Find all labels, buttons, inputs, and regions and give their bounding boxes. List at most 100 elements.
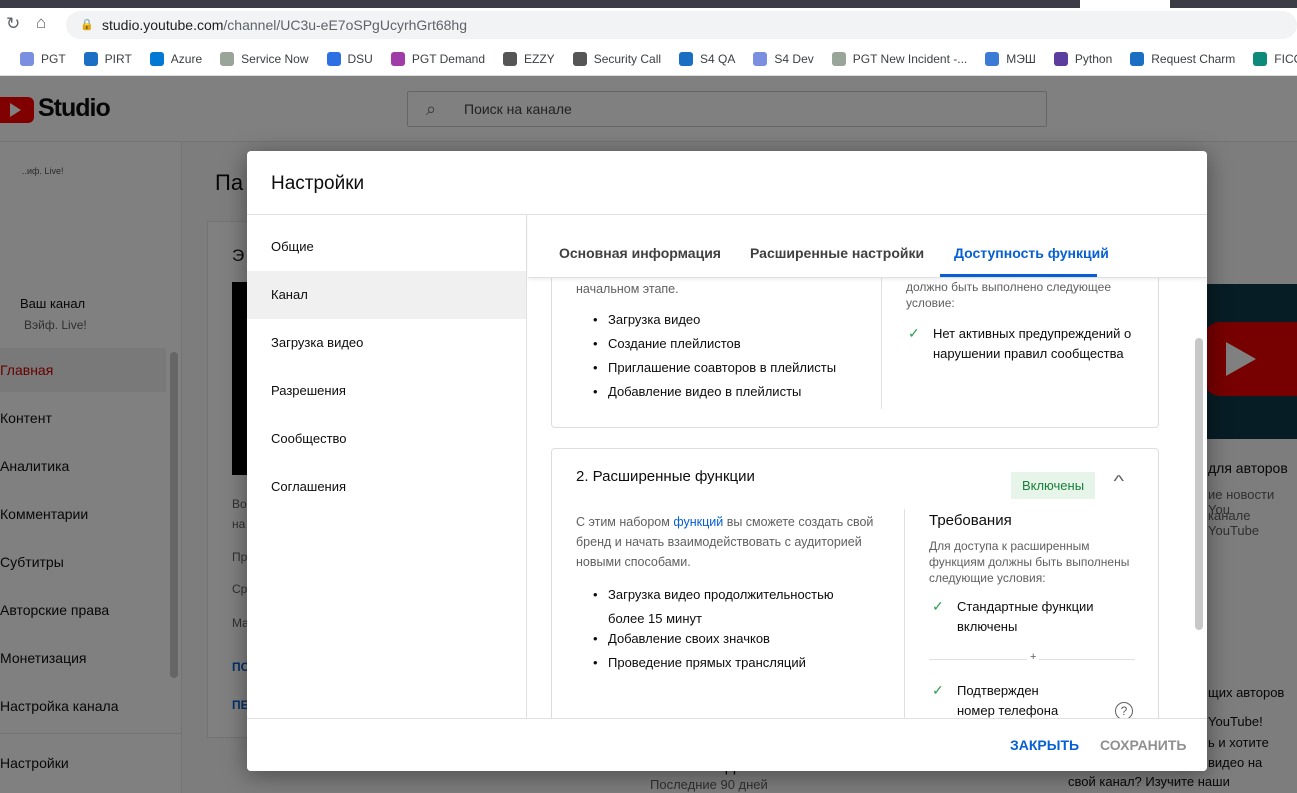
bookmark-item[interactable]: S4 QA <box>679 51 736 66</box>
tab-advanced-settings[interactable]: Расширенные настройки <box>750 245 924 261</box>
chevron-up-icon[interactable]: ^ <box>1113 473 1124 491</box>
sidebar-item[interactable]: Главная <box>0 362 53 378</box>
bookmark-item[interactable]: PGT Demand <box>390 51 485 66</box>
bookmark-item[interactable]: Azure <box>149 51 203 66</box>
feature-item: Проведение прямых трансляций <box>593 655 806 670</box>
url-bar[interactable]: 🔒 studio.youtube.com/channel/UC3u-eE7oSP… <box>66 11 1297 39</box>
bookmark-item[interactable]: EZZY <box>503 51 555 66</box>
settings-nav-item[interactable]: Сообщество <box>247 415 526 463</box>
bookmark-favicon-icon <box>1253 51 1268 66</box>
card-desc: С этим набором функций вы сможете создат… <box>576 512 876 572</box>
settings-nav-item[interactable]: Общие <box>247 223 526 271</box>
bookmark-item[interactable]: Python <box>1053 51 1113 66</box>
bookmark-label: S4 QA <box>700 51 736 66</box>
studio-sidebar: ..иф. Live! Ваш канал Вэйф. Live! Главна… <box>0 142 182 793</box>
advanced-features-card: 2. Расширенные функции Включены ^ С этим… <box>551 448 1159 718</box>
creators-line: свой канал? Изучите наши <box>1068 774 1230 789</box>
bookmark-item[interactable]: Service Now <box>220 51 309 66</box>
active-tab[interactable] <box>1080 0 1170 8</box>
sidebar-item[interactable]: Монетизация <box>0 650 87 666</box>
settings-nav-item[interactable]: Разрешения <box>247 367 526 415</box>
creators-line: ь и хотите <box>1208 735 1269 750</box>
status-badge: Включены <box>1011 472 1095 499</box>
divider <box>0 733 182 734</box>
bookmark-item[interactable]: Security Call <box>572 51 662 66</box>
bookmark-item[interactable]: PGT <box>20 51 66 66</box>
bookmark-item[interactable]: PGT New Incident -... <box>831 51 968 66</box>
save-button[interactable]: СОХРАНИТЬ <box>1100 737 1186 753</box>
bookmark-favicon-icon <box>985 51 1000 66</box>
desc-text: С этим набором <box>576 515 674 529</box>
bookmark-item[interactable]: PIRT <box>83 51 132 66</box>
url-host: studio.youtube.com <box>102 17 224 33</box>
bookmark-item[interactable]: FICO si <box>1253 51 1297 66</box>
tab-feature-eligibility[interactable]: Доступность функций <box>954 245 1109 261</box>
bookmark-favicon-icon <box>220 51 235 66</box>
youtube-logo-icon[interactable] <box>0 97 34 123</box>
channel-avatar-label: ..иф. Live! <box>22 166 64 176</box>
bookmark-label: PGT New Incident -... <box>852 51 968 66</box>
bookmark-favicon-icon <box>572 51 587 66</box>
channel-name: Вэйф. Live! <box>24 318 87 332</box>
bookmark-item[interactable]: S4 Dev <box>753 51 814 66</box>
sidebar-item[interactable]: Настройка канала <box>0 698 119 714</box>
studio-header: Studio ⌕ Поиск на канале <box>0 76 1297 142</box>
channel-search-input[interactable]: ⌕ Поиск на канале <box>407 91 1047 127</box>
sidebar-item[interactable]: Авторские права <box>0 602 109 618</box>
creators-line: YouTube! <box>1208 714 1263 729</box>
bookmark-label: S4 Dev <box>774 51 814 66</box>
bookmark-favicon-icon <box>83 51 98 66</box>
browser-tab-strip <box>0 0 1297 8</box>
bookmark-favicon-icon <box>679 51 694 66</box>
sidebar-item[interactable]: Комментарии <box>0 506 88 522</box>
bookmark-item[interactable]: DSU <box>326 51 373 66</box>
requirement-item: Нет активных предупреждений о нарушении … <box>933 326 1132 361</box>
sidebar-item-settings[interactable]: Настройки <box>0 755 69 771</box>
sidebar-item[interactable]: Аналитика <box>0 458 69 474</box>
close-button[interactable]: ЗАКРЫТЬ <box>1010 737 1079 753</box>
bg-text: Во <box>232 497 247 511</box>
youtube-play-icon <box>1204 322 1297 396</box>
bookmark-item[interactable]: Request Charm <box>1130 51 1235 66</box>
bookmark-item[interactable]: МЭШ <box>985 51 1036 66</box>
column-divider <box>904 509 905 718</box>
bookmark-favicon-icon <box>831 51 846 66</box>
url-path: /channel/UC3u-eE7oSPgUcyrhGrt68hg <box>223 17 467 33</box>
features-link[interactable]: функций <box>673 515 723 529</box>
feature-item: Приглашение соавторов в плейлисты <box>593 360 836 375</box>
bookmark-label: Python <box>1074 51 1113 66</box>
content-scrollbar[interactable] <box>1195 338 1203 630</box>
lock-icon: 🔒 <box>80 19 94 31</box>
your-channel-label: Ваш канал <box>20 296 86 311</box>
help-icon[interactable]: ? <box>1115 702 1133 718</box>
sidebar-scrollbar[interactable] <box>170 352 178 678</box>
bookmark-label: Security Call <box>593 51 662 66</box>
bookmark-favicon-icon <box>390 51 405 66</box>
sidebar-item[interactable]: Контент <box>0 410 52 426</box>
dialog-footer: ЗАКРЫТЬ СОХРАНИТЬ <box>247 718 1207 771</box>
bookmark-label: FICO si <box>1274 51 1297 66</box>
card-title: 2. Расширенные функции <box>576 468 755 485</box>
bookmark-favicon-icon <box>1053 51 1068 66</box>
feature-item: Загрузка видео <box>593 312 700 327</box>
column-divider <box>881 278 882 409</box>
bg-text: Ср <box>232 582 248 596</box>
bookmark-favicon-icon <box>20 51 34 66</box>
reload-icon[interactable]: ↻ <box>6 14 20 34</box>
sidebar-item[interactable]: Субтитры <box>0 554 64 570</box>
requirement-item: Стандартные функции включены <box>957 599 1094 634</box>
bookmark-label: PGT <box>41 51 66 66</box>
settings-nav-item[interactable]: Соглашения <box>247 463 526 511</box>
settings-nav-item[interactable]: Загрузка видео <box>247 319 526 367</box>
bookmark-label: PIRT <box>104 51 132 66</box>
creators-line: видео на <box>1208 755 1263 770</box>
tab-basic-info[interactable]: Основная информация <box>559 245 721 261</box>
bg-text: Пр <box>232 550 248 564</box>
bookmark-label: Azure <box>170 51 203 66</box>
home-icon[interactable]: ⌂ <box>36 13 46 33</box>
creators-heading: щих авторов <box>1208 685 1285 700</box>
settings-nav-item[interactable]: Канал <box>247 271 526 319</box>
bookmark-favicon-icon <box>149 51 164 66</box>
bookmark-favicon-icon <box>1130 51 1145 66</box>
search-icon: ⌕ <box>426 99 437 119</box>
